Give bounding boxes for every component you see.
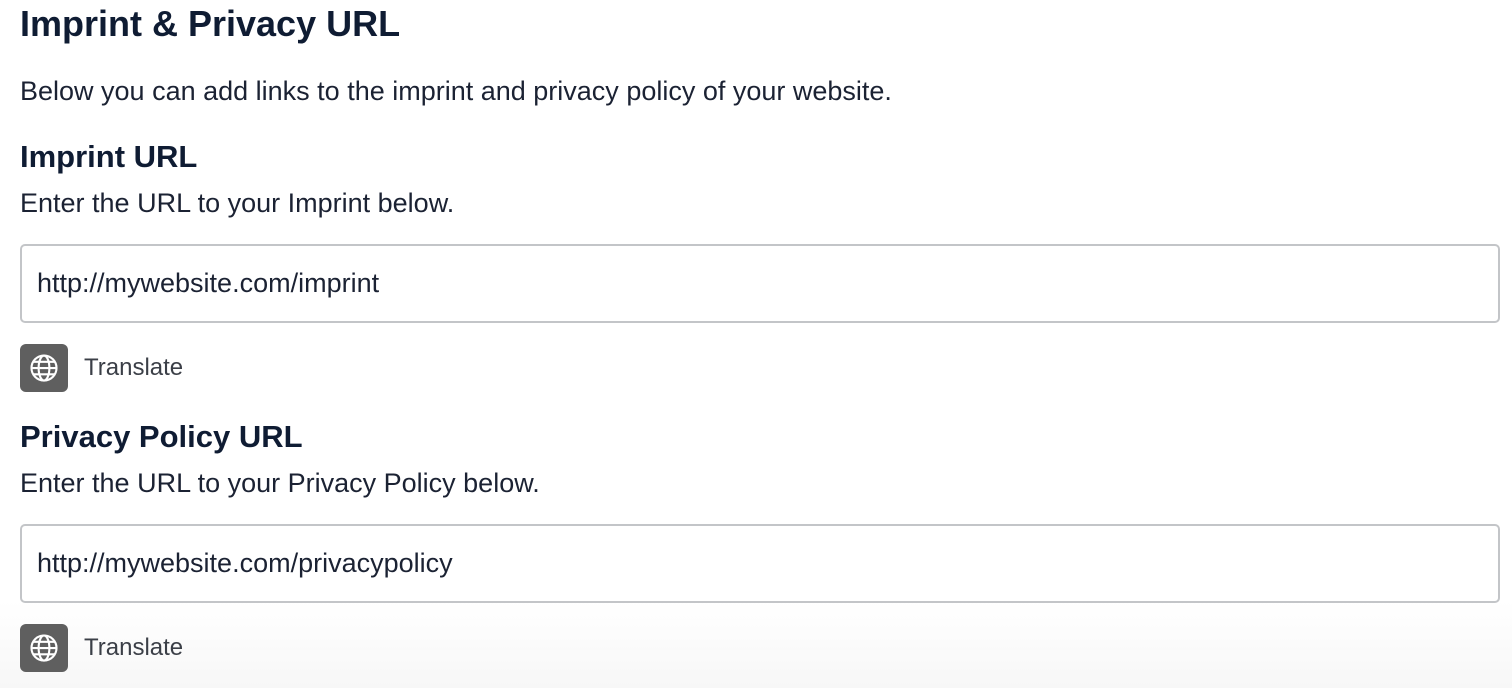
imprint-translate-label[interactable]: Translate: [84, 354, 183, 382]
page-description: Below you can add links to the imprint a…: [20, 76, 892, 106]
privacy-translate-button[interactable]: [20, 624, 68, 672]
privacy-url-input[interactable]: [20, 524, 1500, 603]
globe-icon: [30, 354, 58, 382]
imprint-url-input[interactable]: [20, 244, 1500, 323]
imprint-url-help: Enter the URL to your Imprint below.: [20, 188, 455, 218]
imprint-translate-button[interactable]: [20, 344, 68, 392]
privacy-translate-label[interactable]: Translate: [84, 634, 183, 662]
imprint-url-title: Imprint URL: [20, 139, 198, 174]
page-title: Imprint & Privacy URL: [20, 3, 401, 44]
imprint-privacy-settings-page: Imprint & Privacy URL Below you can add …: [0, 0, 1512, 688]
imprint-translate-control[interactable]: Translate: [20, 344, 183, 392]
privacy-translate-control[interactable]: Translate: [20, 624, 183, 672]
privacy-url-help: Enter the URL to your Privacy Policy bel…: [20, 468, 540, 498]
globe-icon: [30, 634, 58, 662]
privacy-url-title: Privacy Policy URL: [20, 419, 303, 454]
